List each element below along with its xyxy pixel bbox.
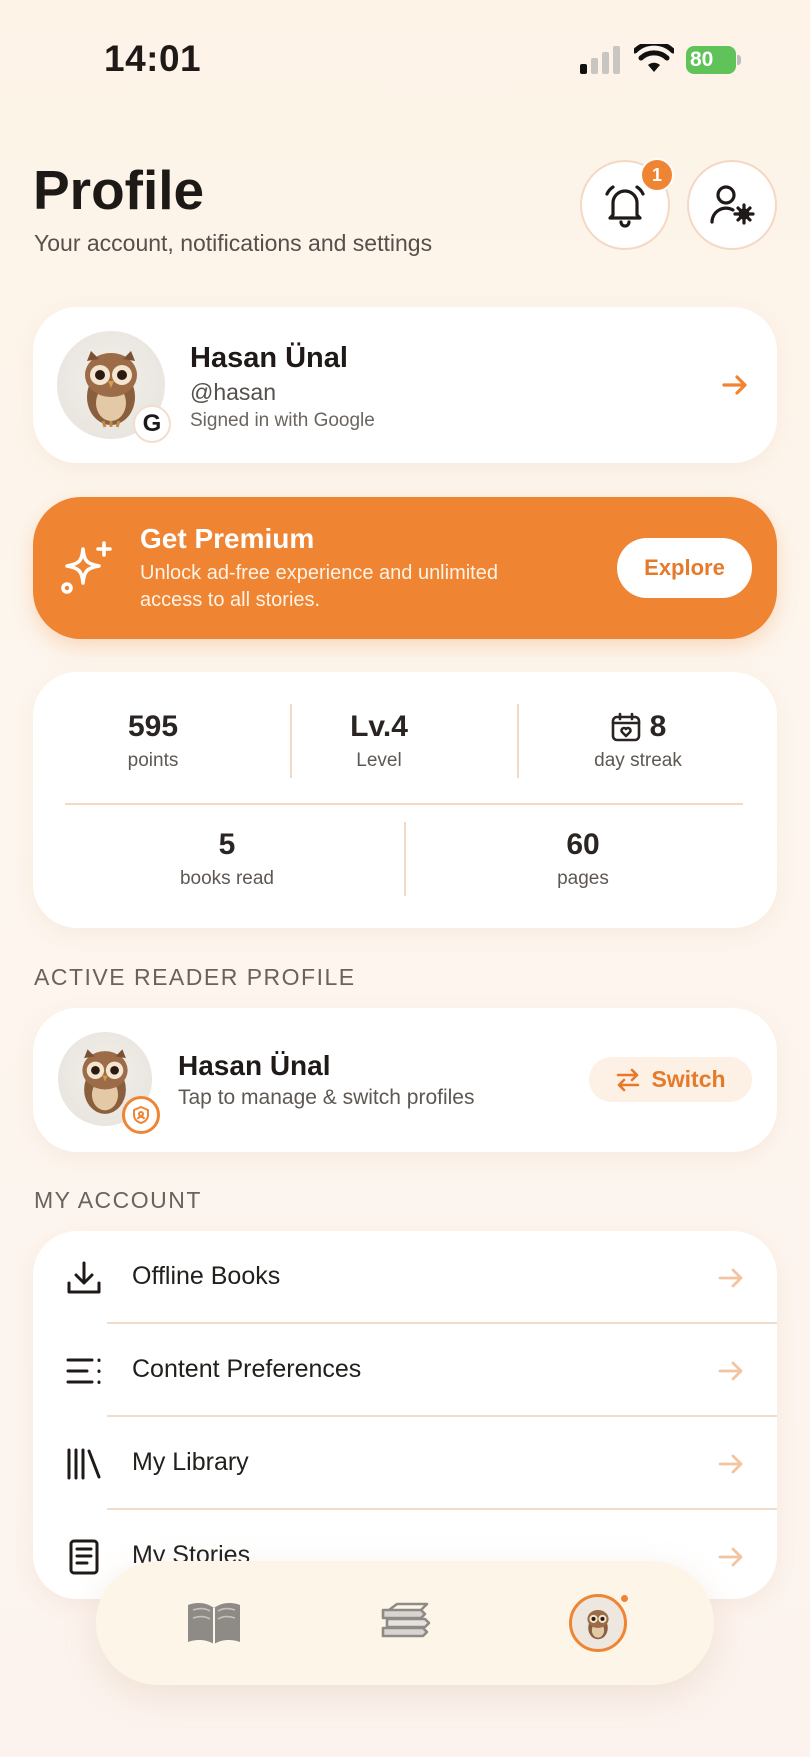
premium-title: Get Premium: [140, 523, 315, 554]
bell-icon: [605, 185, 645, 228]
reader-hint: Tap to manage & switch profiles: [178, 1086, 475, 1109]
books-stat: 5 books read: [157, 828, 297, 890]
arrow-right-icon: [718, 1547, 743, 1567]
google-badge: G: [133, 405, 171, 443]
bottom-tab-bar: [96, 1561, 714, 1685]
status-bar: 14:01 80: [0, 0, 810, 110]
sparkle-icon: [61, 541, 112, 594]
arrow-right-icon: [718, 1268, 743, 1288]
premium-banner[interactable]: Get Premium Unlock ad-free experience an…: [33, 497, 777, 639]
tab-read[interactable]: [178, 1587, 250, 1659]
books-label: books read: [179, 868, 274, 889]
premium-description: Unlock ad-free experience and unlimited …: [140, 562, 498, 611]
stats-card: 595 points Lv.4 Level 8 day streak 5 boo…: [33, 672, 777, 928]
page-subtitle: Your account, notifications and settings: [34, 230, 433, 256]
streak-stat: 8 day streak: [533, 710, 743, 772]
pages-value: 60: [566, 828, 600, 861]
switch-label: Switch: [651, 1066, 726, 1092]
reader-avatar: [58, 1032, 160, 1134]
points-stat: 595 points: [93, 710, 213, 772]
signin-method: Signed in with Google: [190, 410, 375, 431]
menu-label: My Library: [132, 1448, 249, 1476]
user-avatar: G: [57, 331, 171, 443]
swap-arrows-icon: [617, 1068, 640, 1091]
shield-badge: [122, 1096, 160, 1134]
calendar-heart-icon: [611, 712, 640, 742]
menu-item-content-preferences[interactable]: Content Preferences: [33, 1324, 777, 1417]
battery-level: 80: [686, 46, 736, 74]
wifi-icon: [634, 44, 674, 72]
shield-icon: [133, 1106, 149, 1124]
tab-library[interactable]: [369, 1587, 441, 1659]
my-account-heading: MY ACCOUNT: [34, 1187, 202, 1213]
active-reader-heading: ACTIVE READER PROFILE: [34, 964, 356, 990]
menu-item-offline-books[interactable]: Offline Books: [33, 1231, 777, 1324]
user-name: Hasan Ünal: [190, 342, 348, 374]
pages-label: pages: [557, 868, 609, 889]
notifications-button[interactable]: 1: [580, 158, 674, 250]
streak-label: day streak: [594, 750, 682, 771]
points-label: points: [127, 750, 179, 771]
library-icon: [67, 1448, 101, 1480]
tab-notification-dot: [619, 1593, 630, 1604]
explore-button[interactable]: Explore: [617, 538, 752, 598]
arrow-right-icon: [718, 1361, 743, 1381]
level-stat: Lv.4 Level: [319, 710, 439, 772]
menu-label: Content Preferences: [132, 1355, 362, 1383]
user-handle: @hasan: [190, 379, 277, 405]
level-label: Level: [356, 750, 402, 771]
open-book-icon: [188, 1603, 240, 1644]
reader-name: Hasan Ünal: [178, 1050, 331, 1081]
books-value: 5: [218, 828, 236, 861]
points-value: 595: [127, 710, 179, 743]
list-icon: [66, 1358, 101, 1384]
download-icon: [67, 1261, 101, 1294]
account-settings-button[interactable]: [687, 160, 777, 250]
arrow-right-icon: [718, 1454, 743, 1474]
user-settings-icon: [710, 185, 755, 225]
tab-profile[interactable]: [562, 1587, 634, 1659]
owl-avatar-icon: [587, 1609, 609, 1640]
pages-stat: 60 pages: [513, 828, 653, 890]
menu-label: Offline Books: [132, 1262, 281, 1290]
profile-tab-avatar: [569, 1593, 630, 1652]
book-icon: [69, 1539, 99, 1575]
cellular-signal-icon: [580, 46, 620, 74]
arrow-right-icon: [722, 375, 747, 395]
account-menu: Offline Books Content Preferences My Lib…: [33, 1231, 777, 1599]
active-reader-card[interactable]: Hasan Ünal Tap to manage & switch profil…: [33, 1008, 777, 1152]
menu-item-my-library[interactable]: My Library: [33, 1417, 777, 1510]
page-title: Profile: [33, 159, 205, 221]
notification-badge: 1: [640, 158, 674, 192]
books-stack-icon: [381, 1602, 431, 1638]
battery-icon: 80: [686, 46, 742, 74]
streak-value: 8: [649, 710, 667, 743]
user-profile-card[interactable]: G Hasan Ünal @hasan Signed in with Googl…: [33, 307, 777, 463]
level-value: Lv.4: [350, 710, 408, 743]
status-time: 14:01: [104, 38, 202, 79]
switch-profile-button[interactable]: Switch: [589, 1057, 752, 1102]
